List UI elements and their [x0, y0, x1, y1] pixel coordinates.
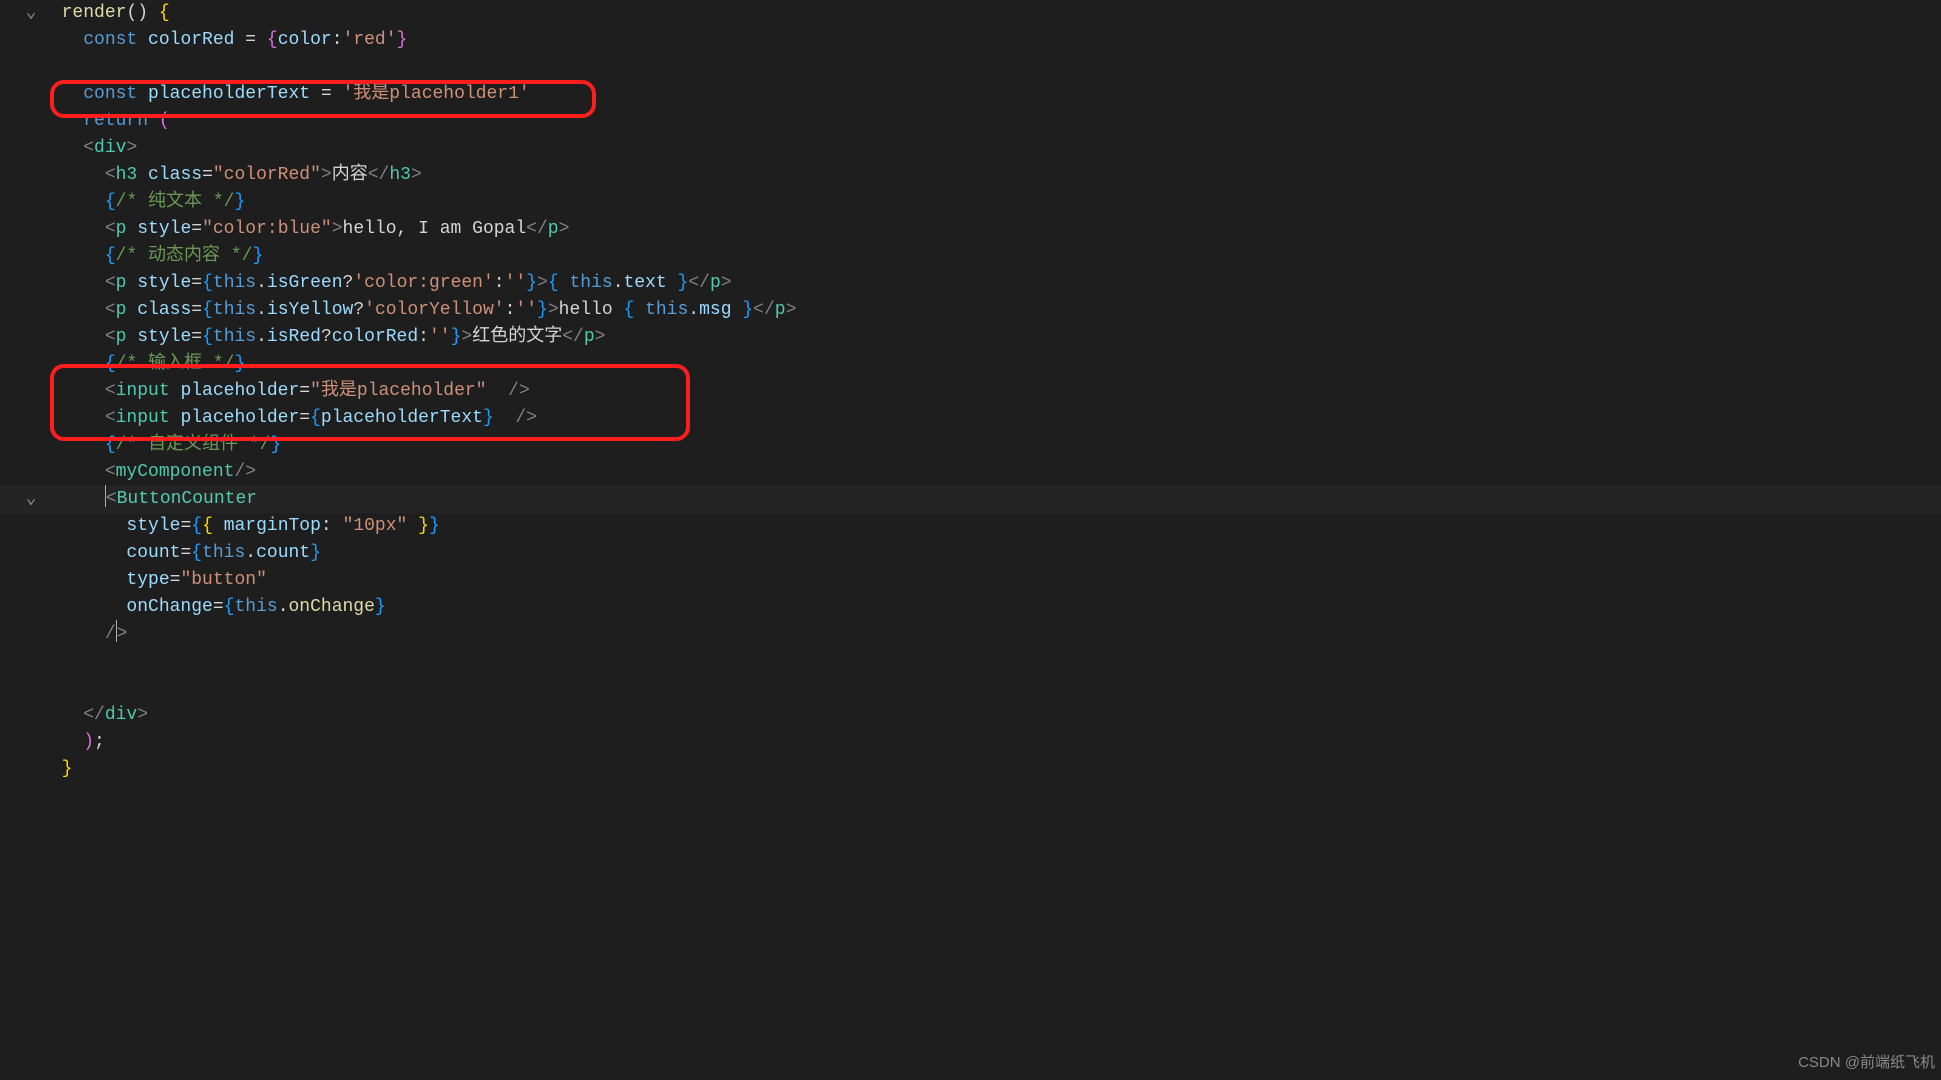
code-content[interactable]: onChange={this.onChange} — [40, 594, 386, 621]
code-line[interactable]: return ( — [22, 108, 1941, 135]
code-line[interactable]: <input placeholder="我是placeholder" /> — [22, 378, 1941, 405]
code-content[interactable]: return ( — [40, 108, 170, 135]
code-content[interactable]: <p class={this.isYellow?'colorYellow':''… — [40, 297, 796, 324]
watermark: CSDN @前端纸飞机 — [1798, 1049, 1935, 1076]
code-line[interactable]: </div> — [22, 702, 1941, 729]
code-line[interactable]: {/* 自定义组件 */} — [22, 432, 1941, 459]
code-content[interactable]: {/* 输入框 */} — [40, 351, 245, 378]
code-line[interactable] — [22, 675, 1941, 702]
code-line[interactable]: onChange={this.onChange} — [22, 594, 1941, 621]
code-content[interactable]: {/* 动态内容 */} — [40, 243, 263, 270]
code-line[interactable]: <myComponent/> — [22, 459, 1941, 486]
code-line[interactable] — [22, 648, 1941, 675]
code-line[interactable]: {/* 输入框 */} — [22, 351, 1941, 378]
code-content[interactable]: const colorRed = {color:'red'} — [40, 27, 407, 54]
fold-gutter[interactable]: ⌄ — [22, 486, 40, 513]
code-line[interactable]: ⌄ <ButtonCounter — [22, 486, 1941, 513]
code-content[interactable]: count={this.count} — [40, 540, 321, 567]
code-line[interactable]: ); — [22, 729, 1941, 756]
code-line[interactable]: type="button" — [22, 567, 1941, 594]
code-line[interactable]: <p style={this.isRed?colorRed:''}>红色的文字<… — [22, 324, 1941, 351]
code-line[interactable]: <input placeholder={placeholderText} /> — [22, 405, 1941, 432]
code-content[interactable]: <p style="color:blue">hello, I am Gopal<… — [40, 216, 569, 243]
code-content[interactable]: <myComponent/> — [40, 459, 256, 486]
code-line[interactable]: count={this.count} — [22, 540, 1941, 567]
code-content[interactable]: <input placeholder="我是placeholder" /> — [40, 378, 530, 405]
code-content[interactable] — [40, 675, 51, 702]
text-cursor — [116, 620, 117, 642]
code-content[interactable]: <div> — [40, 135, 137, 162]
code-line[interactable]: style={{ marginTop: "10px" }} — [22, 513, 1941, 540]
code-content[interactable]: {/* 自定义组件 */} — [40, 432, 281, 459]
code-line[interactable]: /> — [22, 621, 1941, 648]
code-content[interactable]: {/* 纯文本 */} — [40, 189, 245, 216]
code-content[interactable]: ); — [40, 729, 105, 756]
code-content[interactable]: } — [40, 756, 72, 783]
fold-gutter[interactable]: ⌄ — [22, 0, 40, 27]
code-line[interactable]: <p class={this.isYellow?'colorYellow':''… — [22, 297, 1941, 324]
code-content[interactable]: type="button" — [40, 567, 267, 594]
code-line[interactable]: const placeholderText = '我是placeholder1' — [22, 81, 1941, 108]
code-line[interactable] — [22, 54, 1941, 81]
code-line[interactable]: <p style="color:blue">hello, I am Gopal<… — [22, 216, 1941, 243]
code-editor[interactable]: ⌄ render() { const colorRed = {color:'re… — [0, 0, 1941, 783]
code-line[interactable]: <p style={this.isGreen?'color:green':''}… — [22, 270, 1941, 297]
code-content[interactable]: </div> — [40, 702, 148, 729]
code-line[interactable]: const colorRed = {color:'red'} — [22, 27, 1941, 54]
code-line[interactable]: {/* 动态内容 */} — [22, 243, 1941, 270]
code-content[interactable]: /> — [40, 621, 127, 648]
code-line[interactable]: {/* 纯文本 */} — [22, 189, 1941, 216]
code-content[interactable]: const placeholderText = '我是placeholder1' — [40, 81, 530, 108]
code-content[interactable] — [40, 54, 51, 81]
code-content[interactable]: <h3 class="colorRed">内容</h3> — [40, 162, 422, 189]
code-content[interactable]: style={{ marginTop: "10px" }} — [40, 513, 440, 540]
code-content[interactable]: <ButtonCounter — [40, 486, 257, 513]
code-line[interactable]: } — [22, 756, 1941, 783]
code-content[interactable]: render() { — [40, 0, 170, 27]
code-content[interactable]: <p style={this.isGreen?'color:green':''}… — [40, 270, 732, 297]
code-content[interactable] — [40, 648, 51, 675]
code-line[interactable]: ⌄ render() { — [22, 0, 1941, 27]
code-content[interactable]: <input placeholder={placeholderText} /> — [40, 405, 537, 432]
code-line[interactable]: <div> — [22, 135, 1941, 162]
code-line[interactable]: <h3 class="colorRed">内容</h3> — [22, 162, 1941, 189]
text-cursor — [105, 485, 106, 507]
code-content[interactable]: <p style={this.isRed?colorRed:''}>红色的文字<… — [40, 324, 605, 351]
